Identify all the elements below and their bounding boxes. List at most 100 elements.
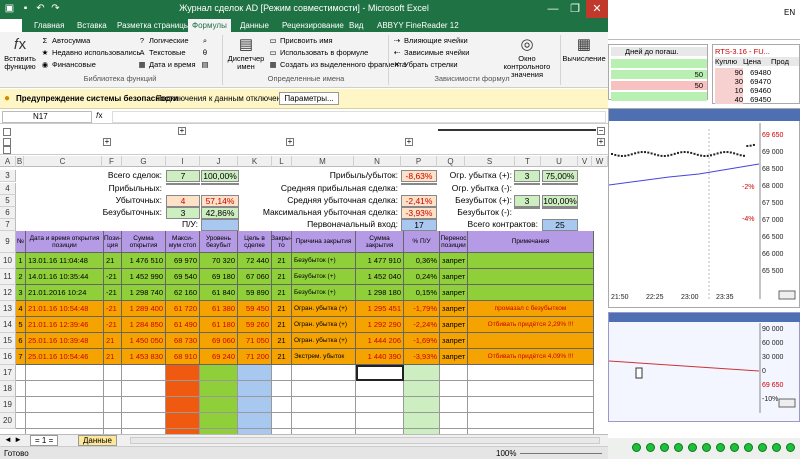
column-header[interactable]: I bbox=[166, 156, 200, 167]
trade-cell-pos[interactable]: -21 bbox=[104, 317, 122, 333]
trade-cell-target[interactable]: 67 060 bbox=[238, 269, 272, 285]
trade-cell-close[interactable]: 1 444 206 bbox=[356, 333, 404, 349]
empty-cell[interactable] bbox=[16, 365, 26, 381]
trade-cell-pct[interactable]: 0,15% bbox=[404, 285, 440, 301]
column-header[interactable]: F bbox=[102, 156, 122, 167]
trade-cell-open[interactable]: 1 298 740 bbox=[122, 285, 166, 301]
trade-cell-note[interactable]: промазал с безубытком bbox=[468, 301, 594, 317]
outline-expand[interactable]: + bbox=[597, 138, 605, 146]
row-header[interactable]: 9 bbox=[0, 231, 16, 253]
empty-cell[interactable] bbox=[238, 365, 272, 381]
sheet-nav-arrows[interactable]: ◄ ► bbox=[4, 435, 22, 444]
trade-cell-closed[interactable]: 21 bbox=[272, 285, 292, 301]
empty-table-row[interactable] bbox=[16, 413, 594, 429]
trade-cell-note[interactable] bbox=[468, 253, 594, 269]
tab-review[interactable]: Рецензирование bbox=[278, 19, 348, 32]
column-header[interactable]: U bbox=[541, 156, 578, 167]
trade-cell-stop[interactable]: 68 730 bbox=[166, 333, 200, 349]
empty-cell[interactable] bbox=[16, 413, 26, 429]
column-header[interactable]: L bbox=[272, 156, 292, 167]
empty-cell[interactable] bbox=[16, 397, 26, 413]
trade-cell-close[interactable]: 1 477 910 bbox=[356, 253, 404, 269]
security-options-button[interactable]: Параметры... bbox=[279, 92, 339, 105]
empty-cell[interactable] bbox=[468, 397, 594, 413]
column-header[interactable]: C bbox=[24, 156, 102, 167]
trade-cell-pos[interactable]: 21 bbox=[104, 349, 122, 365]
empty-cell[interactable] bbox=[440, 365, 468, 381]
trade-cell-be[interactable]: 70 320 bbox=[200, 253, 238, 269]
row-header[interactable]: 12 bbox=[0, 285, 16, 301]
empty-cell[interactable] bbox=[356, 365, 404, 381]
outline-expand[interactable]: + bbox=[178, 127, 186, 135]
row-header[interactable]: 4 bbox=[0, 183, 16, 195]
order-book-row[interactable]: 90 69480 bbox=[715, 68, 799, 77]
trade-cell-pos[interactable]: 21 bbox=[104, 253, 122, 269]
row-header[interactable]: 20 bbox=[0, 413, 16, 429]
column-header[interactable]: Q bbox=[437, 156, 465, 167]
trade-cell-note[interactable] bbox=[468, 269, 594, 285]
trade-cell-close[interactable]: 1 440 390 bbox=[356, 349, 404, 365]
empty-cell[interactable] bbox=[356, 413, 404, 429]
outline-expand[interactable]: + bbox=[103, 138, 111, 146]
trade-cell-open[interactable]: 1 452 990 bbox=[122, 269, 166, 285]
trade-cell-date[interactable]: 14.01.16 10:35:44 bbox=[26, 269, 104, 285]
column-header[interactable]: N bbox=[354, 156, 401, 167]
insert-function-button[interactable]: 𝑓x Вставить функцию bbox=[2, 36, 38, 71]
trade-cell-target[interactable]: 59 260 bbox=[238, 317, 272, 333]
trade-cell-n[interactable]: 1 bbox=[16, 253, 26, 269]
row-header[interactable]: 11 bbox=[0, 269, 16, 285]
empty-cell[interactable] bbox=[292, 413, 356, 429]
empty-cell[interactable] bbox=[292, 397, 356, 413]
empty-cell[interactable] bbox=[200, 397, 238, 413]
empty-cell[interactable] bbox=[16, 381, 26, 397]
empty-cell[interactable] bbox=[238, 381, 272, 397]
column-header[interactable]: J bbox=[200, 156, 238, 167]
trade-cell-n[interactable]: 4 bbox=[16, 301, 26, 317]
trade-cell-closed[interactable]: 21 bbox=[272, 349, 292, 365]
trade-cell-pct[interactable]: -1,69% bbox=[404, 333, 440, 349]
trade-cell-close[interactable]: 1 298 180 bbox=[356, 285, 404, 301]
trace-dependents-button[interactable]: ⇠ Зависимые ячейки bbox=[392, 48, 470, 58]
table-row[interactable]: 4 21.01.16 10:54:48 -21 1 289 400 61 720 61 3… bbox=[16, 301, 594, 317]
trade-cell-stop[interactable]: 61 720 bbox=[166, 301, 200, 317]
empty-cell[interactable] bbox=[122, 365, 166, 381]
outline-level-1[interactable] bbox=[3, 128, 11, 136]
trade-cell-note[interactable] bbox=[468, 285, 594, 301]
empty-cell[interactable] bbox=[440, 397, 468, 413]
assign-name-button[interactable]: ▭ Присвоить имя bbox=[268, 36, 332, 46]
trade-cell-n[interactable]: 6 bbox=[16, 333, 26, 349]
column-header[interactable]: B bbox=[16, 156, 24, 167]
datetime-button[interactable]: ▦ Дата и время bbox=[137, 60, 195, 70]
trade-cell-target[interactable]: 59 890 bbox=[238, 285, 272, 301]
office-button[interactable] bbox=[0, 19, 22, 32]
trade-cell-n[interactable]: 3 bbox=[16, 285, 26, 301]
order-book-row[interactable]: 40 69450 bbox=[715, 95, 799, 104]
trade-cell-transfer[interactable]: запрет bbox=[440, 269, 468, 285]
trace-precedents-button[interactable]: ⇢ Влияющие ячейки bbox=[392, 36, 468, 46]
close-button[interactable]: ✕ bbox=[586, 0, 608, 18]
outline-level-3[interactable] bbox=[3, 146, 11, 154]
outline-expand[interactable]: + bbox=[286, 138, 294, 146]
horizontal-scrollbar[interactable] bbox=[130, 437, 600, 444]
trade-cell-be[interactable]: 69 240 bbox=[200, 349, 238, 365]
empty-cell[interactable] bbox=[440, 381, 468, 397]
table-row[interactable]: 2 14.01.16 10:35:44 -21 1 452 990 69 540 69 1… bbox=[16, 269, 594, 285]
financial-button[interactable]: ◉ Финансовые bbox=[40, 60, 96, 70]
row-header[interactable]: 3 bbox=[0, 170, 16, 182]
row-header[interactable]: 5 bbox=[0, 195, 16, 207]
trade-cell-transfer[interactable]: запрет bbox=[440, 301, 468, 317]
zoom-slider[interactable] bbox=[520, 453, 602, 454]
trade-cell-note[interactable]: Отбивать придётся 4,09% !!! bbox=[468, 349, 594, 365]
formula-input[interactable] bbox=[112, 111, 606, 123]
empty-cell[interactable] bbox=[292, 381, 356, 397]
trade-cell-transfer[interactable]: запрет bbox=[440, 349, 468, 365]
tab-page-layout[interactable]: Разметка страницы bbox=[113, 19, 194, 32]
trade-cell-be[interactable]: 61 380 bbox=[200, 301, 238, 317]
trade-cell-pct[interactable]: -2,24% bbox=[404, 317, 440, 333]
column-header[interactable]: A bbox=[0, 156, 16, 167]
trade-cell-closed[interactable]: 21 bbox=[272, 269, 292, 285]
empty-cell[interactable] bbox=[104, 397, 122, 413]
trade-cell-target[interactable]: 71 200 bbox=[238, 349, 272, 365]
empty-table-row[interactable] bbox=[16, 365, 594, 381]
trade-cell-pct[interactable]: 0,24% bbox=[404, 269, 440, 285]
